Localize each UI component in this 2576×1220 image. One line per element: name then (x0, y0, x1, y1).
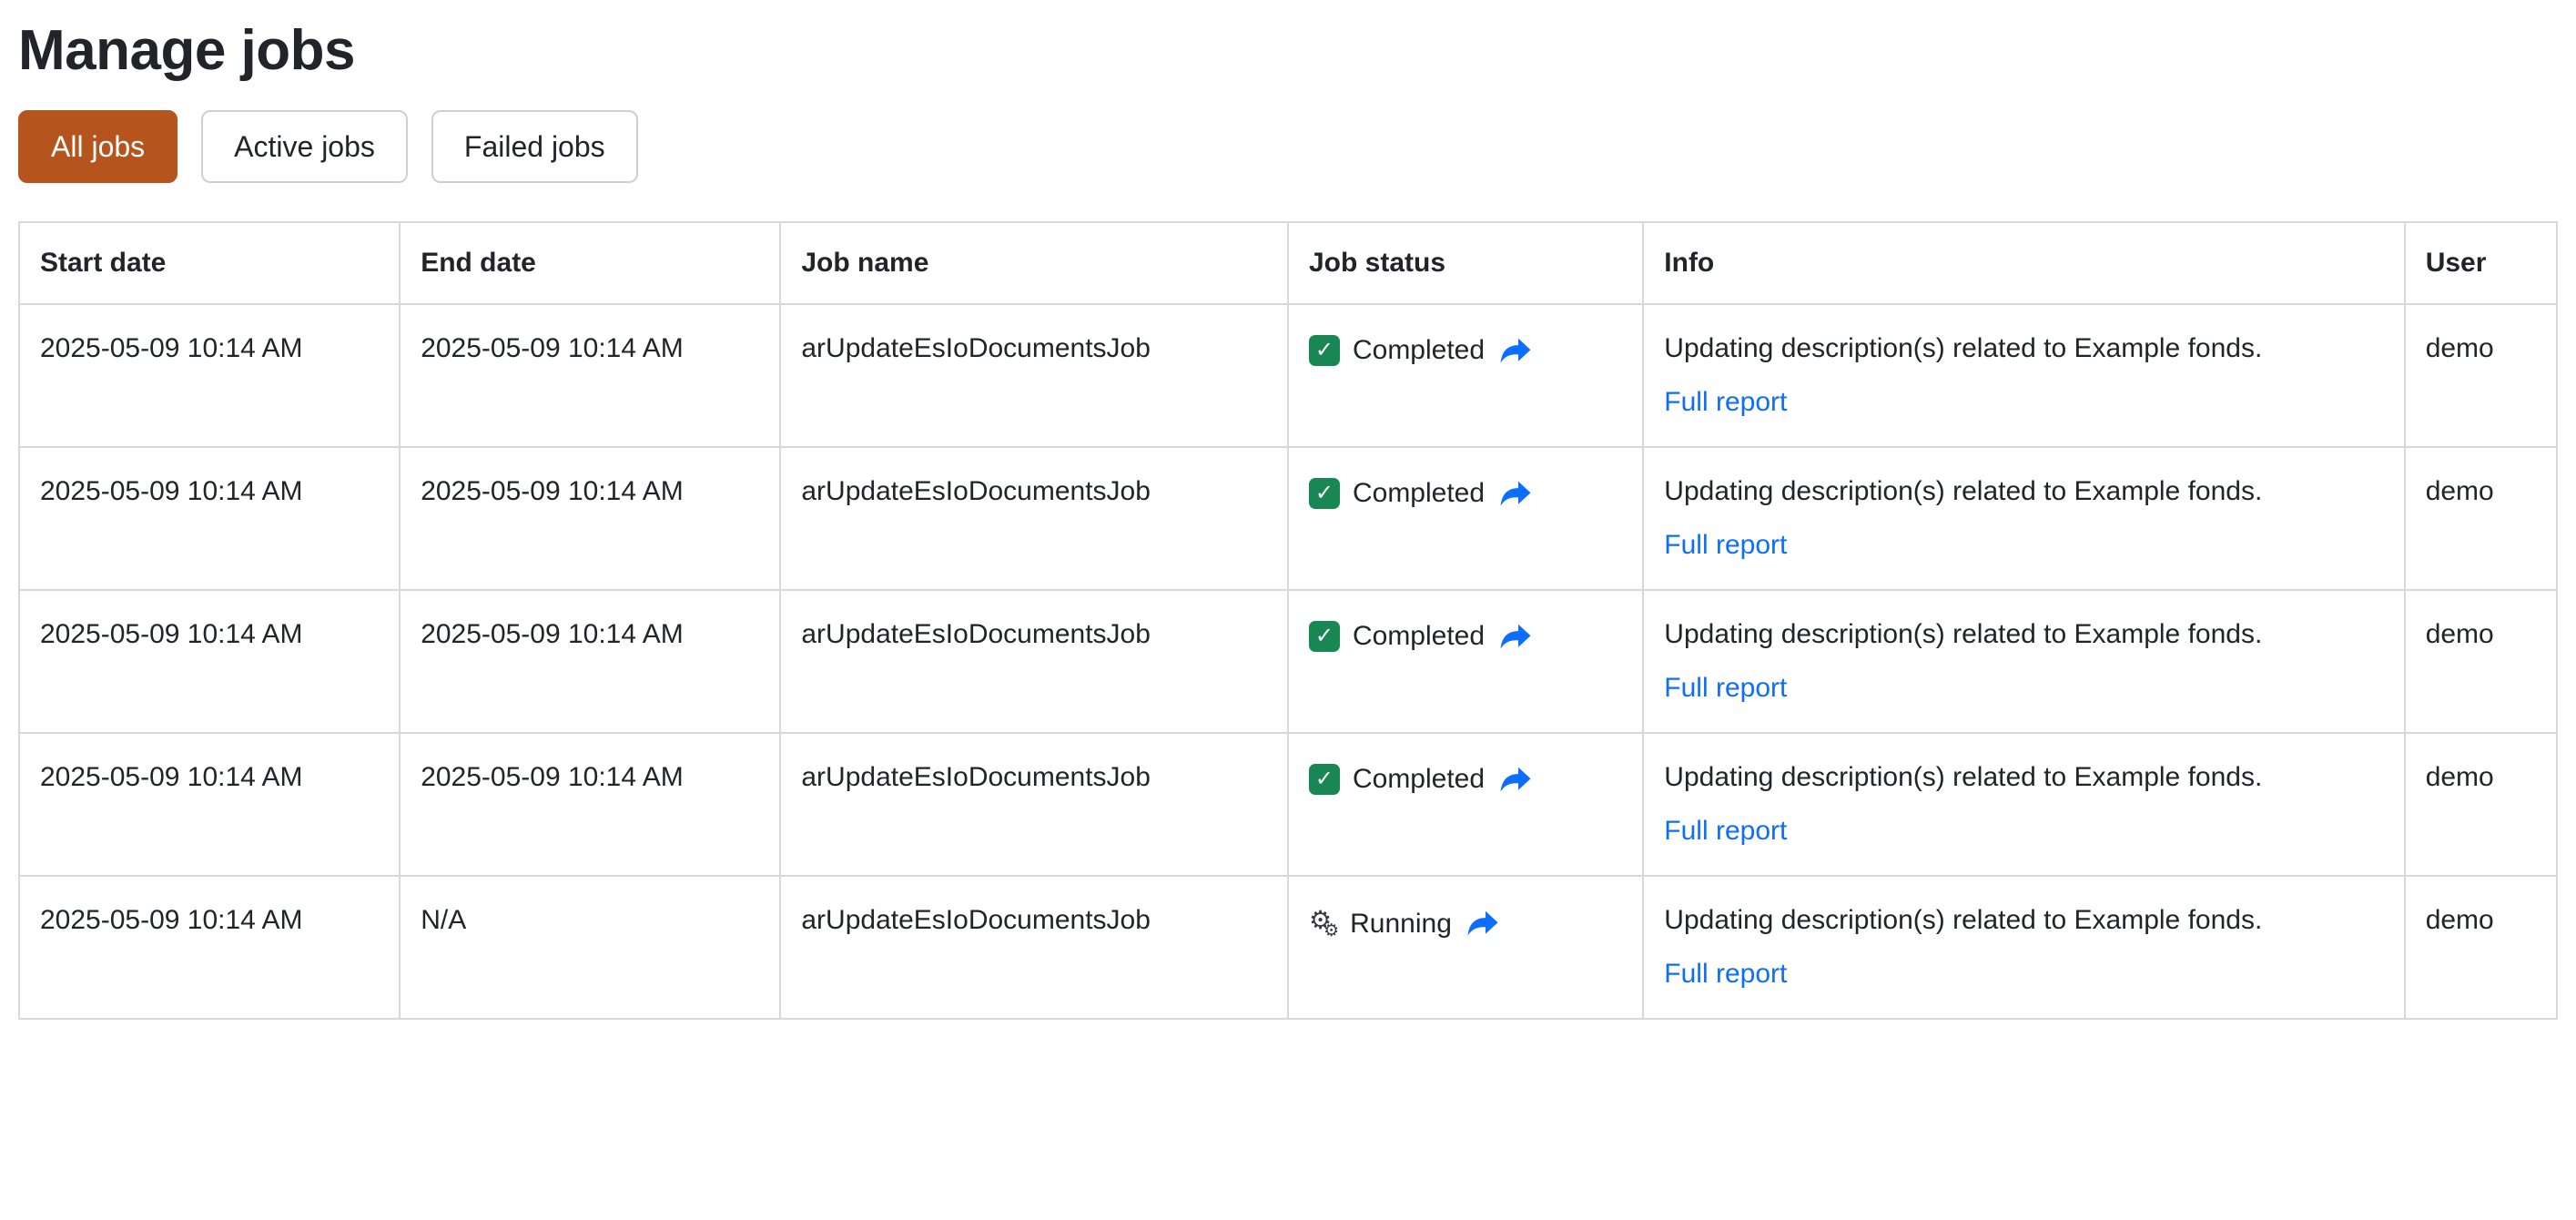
job-status-cell: ✓ ⚙⚙ Running (1286, 874, 1645, 1020)
page-title: Manage jobs (18, 19, 356, 82)
job-name-cell: arUpdateEsIoDocumentsJob (779, 588, 1289, 734)
status-label: Completed (1352, 621, 1486, 652)
table-row: 2025-05-09 10:14 AM N/A arUpdateEsIoDocu… (17, 874, 2559, 1020)
jobs-table-body: 2025-05-09 10:14 AM 2025-05-09 10:14 AM … (17, 302, 2559, 1020)
full-report-link[interactable]: Full report (1664, 811, 1787, 851)
forward-arrow-icon[interactable] (1499, 766, 1532, 793)
gears-icon: ⚙⚙ (1308, 905, 1340, 940)
check-square-icon: ✓ (1308, 334, 1340, 366)
full-report-link[interactable]: Full report (1664, 668, 1787, 708)
status-label: Running (1350, 908, 1452, 939)
table-row: 2025-05-09 10:14 AM 2025-05-09 10:14 AM … (17, 588, 2559, 734)
info-cell: Updating description(s) related to Examp… (1642, 302, 2406, 448)
end-date-cell: N/A (399, 874, 782, 1020)
info-cell: Updating description(s) related to Examp… (1642, 445, 2406, 591)
header-start-date: Start date (17, 221, 401, 305)
header-user: User (2403, 221, 2559, 305)
user-cell: demo (2403, 445, 2559, 591)
job-name-cell: arUpdateEsIoDocumentsJob (779, 874, 1289, 1020)
start-date-cell: 2025-05-09 10:14 AM (17, 588, 401, 734)
status-label: Completed (1352, 335, 1486, 366)
info-cell: Updating description(s) related to Examp… (1642, 588, 2406, 734)
end-date-cell: 2025-05-09 10:14 AM (399, 302, 782, 448)
info-cell: Updating description(s) related to Examp… (1642, 731, 2406, 877)
end-date-cell: 2025-05-09 10:14 AM (399, 445, 782, 591)
start-date-cell: 2025-05-09 10:14 AM (17, 731, 401, 877)
user-cell: demo (2403, 588, 2559, 734)
job-filter-bar: All jobs Active jobs Failed jobs (18, 110, 2558, 184)
header-job-status: Job status (1286, 221, 1645, 305)
info-text: Updating description(s) related to Examp… (1664, 904, 2263, 935)
header-info: Info (1642, 221, 2406, 305)
start-date-cell: 2025-05-09 10:14 AM (17, 445, 401, 591)
full-report-link[interactable]: Full report (1664, 954, 1787, 994)
start-date-cell: 2025-05-09 10:14 AM (17, 874, 401, 1020)
job-name-cell: arUpdateEsIoDocumentsJob (779, 445, 1289, 591)
header-end-date: End date (399, 221, 782, 305)
table-row: 2025-05-09 10:14 AM 2025-05-09 10:14 AM … (17, 445, 2559, 591)
check-square-icon: ✓ (1308, 477, 1340, 509)
full-report-link[interactable]: Full report (1664, 525, 1787, 565)
forward-arrow-icon[interactable] (1466, 910, 1499, 937)
table-row: 2025-05-09 10:14 AM 2025-05-09 10:14 AM … (17, 302, 2559, 448)
end-date-cell: 2025-05-09 10:14 AM (399, 731, 782, 877)
user-cell: demo (2403, 874, 2559, 1020)
status-label: Completed (1352, 478, 1486, 509)
check-square-icon: ✓ (1308, 620, 1340, 652)
end-date-cell: 2025-05-09 10:14 AM (399, 588, 782, 734)
info-text: Updating description(s) related to Examp… (1664, 475, 2263, 506)
user-cell: demo (2403, 731, 2559, 877)
check-square-icon: ✓ (1308, 763, 1340, 795)
start-date-cell: 2025-05-09 10:14 AM (17, 302, 401, 448)
job-status-cell: ✓ ⚙⚙ Completed (1286, 731, 1645, 877)
full-report-link[interactable]: Full report (1664, 382, 1787, 422)
filter-failed-jobs-button[interactable]: Failed jobs (431, 110, 638, 184)
info-text: Updating description(s) related to Examp… (1664, 332, 2263, 363)
info-cell: Updating description(s) related to Examp… (1642, 874, 2406, 1020)
status-label: Completed (1352, 764, 1486, 795)
job-status-cell: ✓ ⚙⚙ Completed (1286, 302, 1645, 448)
job-status-cell: ✓ ⚙⚙ Completed (1286, 445, 1645, 591)
forward-arrow-icon[interactable] (1499, 337, 1532, 364)
header-job-name: Job name (779, 221, 1289, 305)
forward-arrow-icon[interactable] (1499, 480, 1532, 507)
forward-arrow-icon[interactable] (1499, 623, 1532, 650)
manage-jobs-page: Manage jobs All jobs Active jobs Failed … (0, 0, 2576, 1020)
jobs-table: Start date End date Job name Job status … (17, 221, 2559, 1020)
user-cell: demo (2403, 302, 2559, 448)
info-text: Updating description(s) related to Examp… (1664, 761, 2263, 792)
filter-all-jobs-button[interactable]: All jobs (18, 110, 178, 184)
job-name-cell: arUpdateEsIoDocumentsJob (779, 302, 1289, 448)
jobs-table-header: Start date End date Job name Job status … (17, 221, 2559, 305)
job-name-cell: arUpdateEsIoDocumentsJob (779, 731, 1289, 877)
job-status-cell: ✓ ⚙⚙ Completed (1286, 588, 1645, 734)
table-row: 2025-05-09 10:14 AM 2025-05-09 10:14 AM … (17, 731, 2559, 877)
filter-active-jobs-button[interactable]: Active jobs (201, 110, 408, 184)
info-text: Updating description(s) related to Examp… (1664, 618, 2263, 649)
